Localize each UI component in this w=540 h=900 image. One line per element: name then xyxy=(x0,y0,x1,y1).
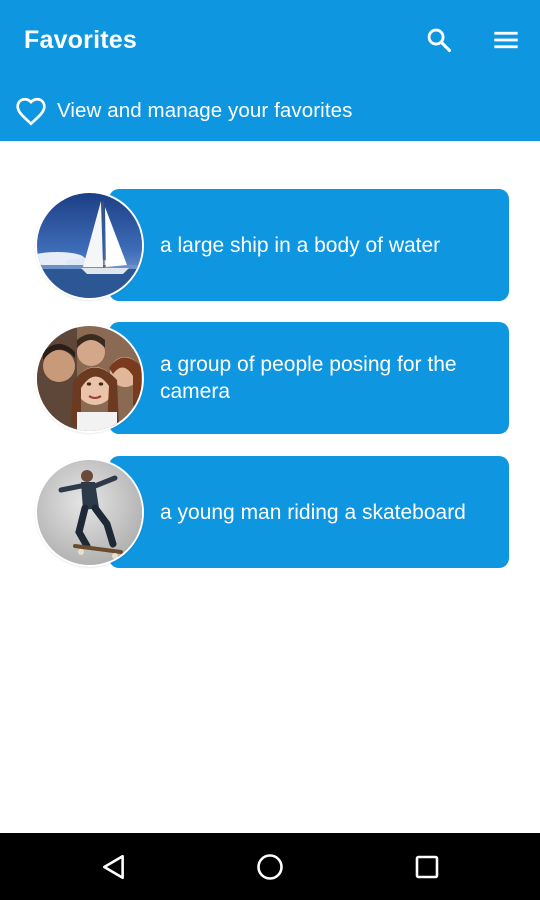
sailboat-thumbnail[interactable] xyxy=(37,193,142,298)
recents-button[interactable] xyxy=(409,849,445,885)
back-triangle-icon xyxy=(103,854,124,880)
favorite-caption: a young man riding a skateboard xyxy=(160,500,466,524)
search-icon xyxy=(427,28,452,53)
favorite-item[interactable]: a group of people posing for the camera xyxy=(37,322,509,434)
subheader: View and manage your favorites xyxy=(14,94,353,128)
back-button[interactable] xyxy=(96,849,132,885)
menu-button[interactable] xyxy=(488,22,524,58)
search-button[interactable] xyxy=(421,22,457,58)
favorite-item[interactable]: a young man riding a skateboard xyxy=(37,456,509,568)
menu-icon xyxy=(494,31,518,49)
skateboarder-thumbnail[interactable] xyxy=(37,460,142,565)
page-title: Favorites xyxy=(24,26,137,54)
home-circle-icon xyxy=(257,854,283,880)
subtitle: View and manage your favorites xyxy=(57,99,353,122)
heart-outline-icon xyxy=(14,94,48,128)
group-selfie-thumbnail[interactable] xyxy=(37,326,142,431)
home-button[interactable] xyxy=(252,849,288,885)
favorite-caption: a group of people posing for the camera xyxy=(160,353,457,403)
app-bar: Favorites View and manage your favorites xyxy=(0,0,540,141)
system-nav-bar xyxy=(0,833,540,900)
favorite-caption: a large ship in a body of water xyxy=(160,233,441,257)
favorite-item[interactable]: a large ship in a body of water xyxy=(37,189,509,301)
recents-square-icon xyxy=(415,855,439,879)
